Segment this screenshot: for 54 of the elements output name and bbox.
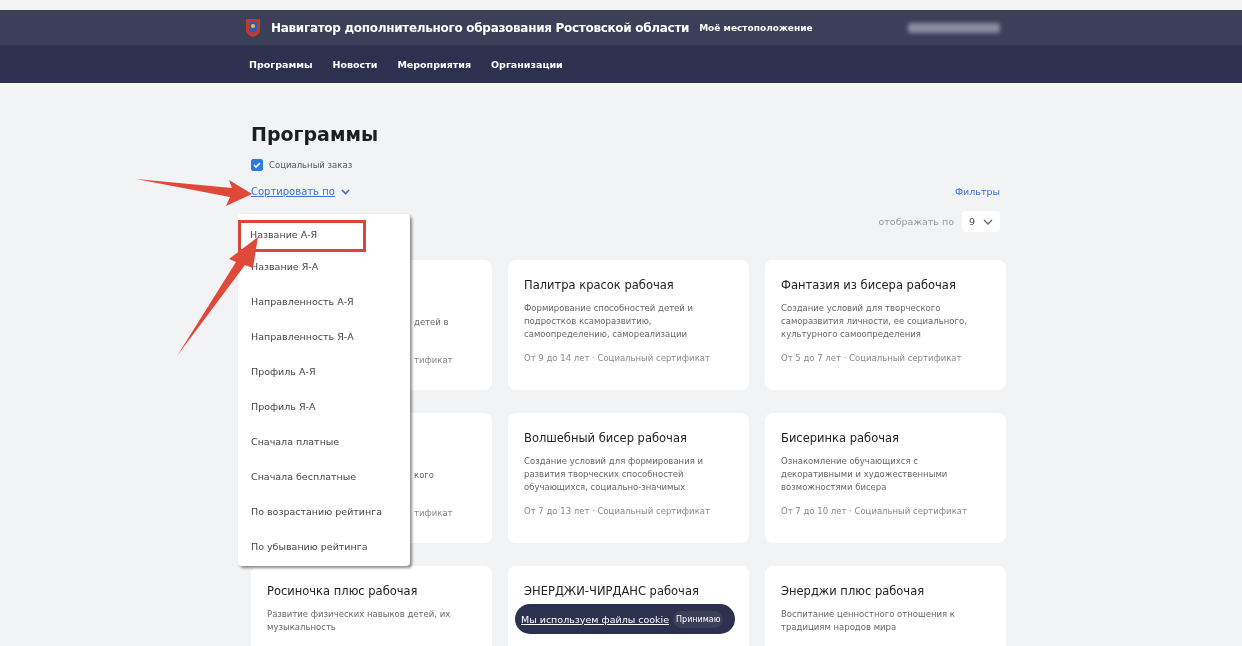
site-title[interactable]: Навигатор дополнительного образования Ростовской области <box>271 20 690 35</box>
nav-link[interactable]: Программы <box>249 58 313 70</box>
card-meta: тификат <box>414 508 454 518</box>
sort-option[interactable]: По возрастанию рейтинга <box>238 500 410 535</box>
sort-option[interactable]: Сначала платные <box>238 430 410 465</box>
sort-option[interactable]: Направленность Я-А <box>238 325 410 360</box>
per-page-select[interactable]: 9 <box>961 211 1000 232</box>
filters-link[interactable]: Фильтры <box>954 186 1000 197</box>
card-title: Энерджи плюс рабочая <box>781 584 926 598</box>
sort-option[interactable]: Направленность А-Я <box>238 290 410 325</box>
program-card[interactable]: Фантазия из бисера рабочая Создание условий для творческого саморазвития личности, ее социального, культурного самоопределения От 5 до 7 лет · Социальный сертификат <box>765 260 1006 390</box>
nav-link[interactable]: Мероприятия <box>397 58 471 70</box>
page-title: Программы <box>251 123 380 147</box>
sort-option[interactable]: Название А-Я <box>238 220 366 252</box>
card-title: Фантазия из бисера рабочая <box>781 278 957 292</box>
card-description: Развитие физических навыков детей, их музыкальность <box>267 608 452 634</box>
card-description: Воспитание ценностного отношения к традициям народов мира <box>781 608 956 634</box>
checkbox-label: Социальный заказ <box>269 160 353 170</box>
card-meta: От 9 до 14 лет · Социальный сертификат <box>524 353 711 363</box>
card-title: Палитра красок рабочая <box>524 278 675 292</box>
nav-link[interactable]: Организации <box>491 58 563 70</box>
card-title: ЭНЕРДЖИ-ЧИРДАНС рабочая <box>524 584 700 598</box>
card-description: Создание условий для формирования и развития творческих способностей обучающихся, социально-значимых <box>524 455 704 494</box>
card-description: Формирование способностей детей и подростков ксаморазвитию, самоопределению, самореализации <box>524 302 695 341</box>
sort-option[interactable]: Профиль Я-А <box>238 395 410 430</box>
sort-option[interactable]: Название Я-А <box>238 255 410 290</box>
program-card[interactable]: Волшебный бисер рабочая Создание условий для формирования и развития творческих способностей обучающихся, социально-значимых От 7 до 13 лет · Социальный сертификат <box>508 413 749 543</box>
card-meta: тификат <box>414 355 454 365</box>
card-description: кого <box>414 469 435 482</box>
card-title: Бисеринка рабочая <box>781 431 900 445</box>
sort-option[interactable]: Профиль А-Я <box>238 360 410 395</box>
checkbox[interactable] <box>251 159 263 171</box>
location-link[interactable]: Моё местоположение <box>699 22 813 33</box>
nav-link[interactable]: Новости <box>332 58 378 70</box>
chevron-down-icon[interactable] <box>340 188 350 195</box>
sort-option[interactable]: Сначала бесплатные <box>238 465 410 500</box>
program-card[interactable]: Энерджи плюс рабочая Воспитание ценностного отношения к традициям народов мира <box>765 566 1006 646</box>
chevron-down-icon <box>983 218 993 225</box>
sort-link[interactable]: Сортировать по <box>251 186 335 197</box>
program-card[interactable]: Бисеринка рабочая Ознакомление обучающихся с декоративными и художественными возможностями бисера От 7 до 10 лет · Социальный сертификат <box>765 413 1006 543</box>
card-meta: От 5 до 7 лет · Социальный сертификат <box>781 353 963 363</box>
card-description: Создание условий для творческого саморазвития личности, ее социального, культурного самоопределения <box>781 302 968 341</box>
program-card[interactable]: Палитра красок рабочая Формирование способностей детей и подростков ксаморазвитию, самоопределению, самореализации От 9 до 14 лет · Социальный сертификат <box>508 260 749 390</box>
coat-of-arms-icon <box>245 17 261 38</box>
card-meta: От 7 до 10 лет · Социальный сертификат <box>781 506 968 516</box>
cookie-link[interactable]: Мы используем файлы cookie <box>521 613 670 625</box>
accept-button[interactable]: Принимаю <box>673 610 724 628</box>
card-description: детей в <box>414 316 450 329</box>
card-description: Ознакомление обучающихся с декоративными и художественными возможностями бисера <box>781 455 949 494</box>
card-meta: От 7 до 13 лет · Социальный сертификат <box>524 506 711 516</box>
card-title: Волшебный бисер рабочая <box>524 431 688 445</box>
per-page-label: отображать по <box>878 216 954 227</box>
program-card[interactable]: Росиночка плюс рабочая Развитие физических навыков детей, их музыкальность <box>251 566 492 646</box>
card-title: Росиночка плюс рабочая <box>267 584 419 598</box>
